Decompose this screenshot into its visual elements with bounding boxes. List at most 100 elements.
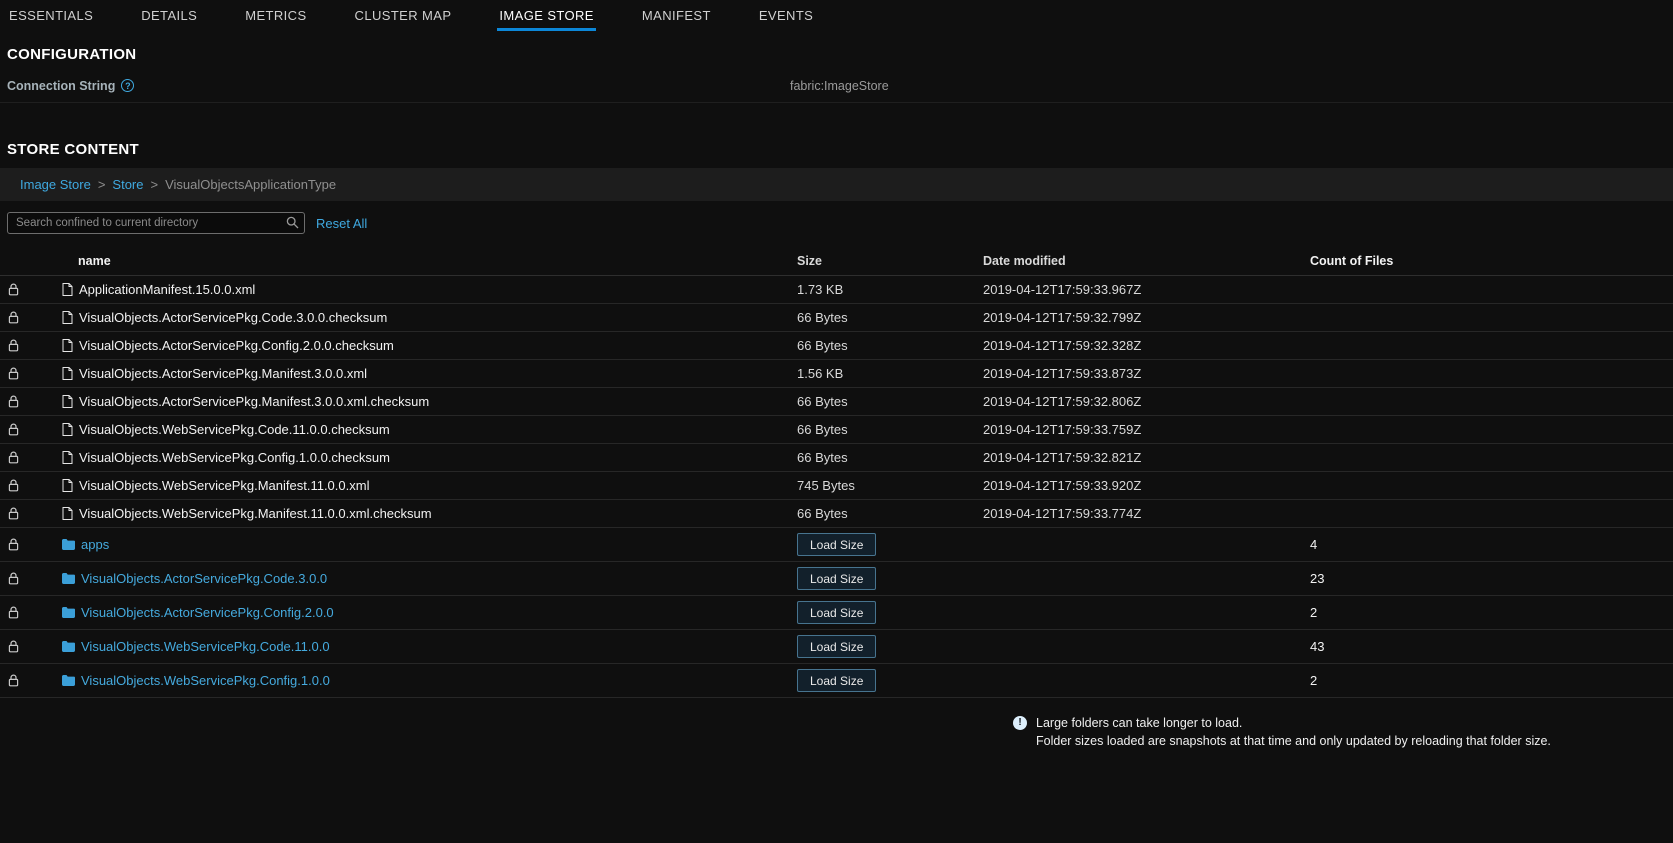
breadcrumb-separator: > [97, 177, 106, 192]
folder-row: apps Load Size 4 [0, 528, 1673, 562]
lock-icon [8, 674, 19, 690]
lock-icon [8, 640, 19, 656]
folder-link[interactable]: VisualObjects.ActorServicePkg.Code.3.0.0 [81, 571, 327, 586]
tab-details[interactable]: DETAILS [139, 0, 199, 31]
store-table: name Size Date modified Count of Files A… [0, 246, 1673, 698]
folder-file-count: 2 [1310, 673, 1318, 688]
file-date-modified: 2019-04-12T17:59:33.759Z [983, 422, 1142, 437]
folder-file-count: 4 [1310, 537, 1318, 552]
lock-icon [8, 572, 19, 588]
breadcrumb-link[interactable]: Store [112, 177, 143, 192]
store-content-section: STORE CONTENT Image Store > Store > VisualOb… [0, 141, 1673, 750]
file-size: 66 Bytes [797, 422, 848, 437]
file-size: 66 Bytes [797, 450, 848, 465]
file-icon [62, 395, 73, 408]
lock-icon [8, 606, 19, 622]
breadcrumb-link[interactable]: Image Store [20, 177, 91, 192]
folder-link[interactable]: apps [81, 537, 109, 552]
file-icon [62, 339, 73, 352]
table-header-row: name Size Date modified Count of Files [0, 246, 1673, 276]
load-size-button[interactable]: Load Size [797, 601, 877, 624]
store-content-title: STORE CONTENT [7, 141, 139, 158]
folder-link[interactable]: VisualObjects.WebServicePkg.Code.11.0.0 [81, 639, 330, 654]
file-date-modified: 2019-04-12T17:59:33.873Z [983, 366, 1142, 381]
breadcrumb-current: VisualObjectsApplicationType [165, 177, 337, 192]
file-date-modified: 2019-04-12T17:59:32.821Z [983, 450, 1142, 465]
file-row: VisualObjects.ActorServicePkg.Manifest.3… [0, 360, 1673, 388]
file-size: 1.73 KB [797, 282, 844, 297]
file-row: VisualObjects.WebServicePkg.Code.11.0.0.… [0, 416, 1673, 444]
folder-row: VisualObjects.ActorServicePkg.Config.2.0… [0, 596, 1673, 630]
load-size-button[interactable]: Load Size [797, 533, 877, 556]
file-name: VisualObjects.WebServicePkg.Config.1.0.0… [79, 450, 390, 465]
breadcrumb: Image Store > Store > VisualObjectsApplicati… [0, 168, 1673, 201]
folder-file-count: 2 [1310, 605, 1318, 620]
folder-icon [62, 641, 75, 652]
file-name: VisualObjects.WebServicePkg.Manifest.11.… [79, 506, 432, 521]
lock-icon [8, 423, 19, 439]
file-row: VisualObjects.ActorServicePkg.Config.2.0… [0, 332, 1673, 360]
store-toolbar: Reset All [0, 201, 1673, 240]
file-size: 745 Bytes [797, 478, 855, 493]
folder-icon [62, 539, 75, 550]
reset-all-link[interactable]: Reset All [316, 216, 367, 231]
file-row: VisualObjects.WebServicePkg.Config.1.0.0… [0, 444, 1673, 472]
file-size: 66 Bytes [797, 394, 848, 409]
file-name: VisualObjects.ActorServicePkg.Manifest.3… [79, 394, 430, 409]
tab-essentials[interactable]: ESSENTIALS [7, 0, 95, 31]
lock-icon [8, 507, 19, 523]
tab-manifest[interactable]: MANIFEST [640, 0, 713, 31]
file-size: 1.56 KB [797, 366, 844, 381]
info-icon: ! [1013, 716, 1027, 730]
file-icon [62, 283, 73, 296]
load-size-button[interactable]: Load Size [797, 567, 877, 590]
table-body: ApplicationManifest.15.0.0.xml 1.73 KB 201… [0, 276, 1673, 698]
file-name: ApplicationManifest.15.0.0.xml [79, 282, 256, 297]
file-name: VisualObjects.ActorServicePkg.Code.3.0.0… [79, 310, 388, 325]
lock-icon [8, 283, 19, 299]
tab-events[interactable]: EVENTS [757, 0, 815, 31]
folder-row: VisualObjects.ActorServicePkg.Code.3.0.0… [0, 562, 1673, 596]
column-header-name[interactable]: name [56, 254, 797, 268]
file-icon [62, 507, 73, 520]
load-size-button[interactable]: Load Size [797, 669, 877, 692]
folder-link[interactable]: VisualObjects.WebServicePkg.Config.1.0.0 [81, 673, 330, 688]
file-row: VisualObjects.WebServicePkg.Manifest.11.… [0, 500, 1673, 528]
lock-icon [8, 538, 19, 554]
tab-image-store[interactable]: IMAGE STORE [497, 0, 596, 31]
file-date-modified: 2019-04-12T17:59:33.774Z [983, 506, 1142, 521]
lock-icon [8, 311, 19, 327]
configuration-section: CONFIGURATION Connection String ? fabric… [0, 46, 1673, 103]
folder-file-count: 43 [1310, 639, 1325, 654]
search-icon [286, 216, 299, 229]
lock-icon [8, 451, 19, 467]
file-size: 66 Bytes [797, 338, 848, 353]
tab-cluster-map[interactable]: CLUSTER MAP [353, 0, 454, 31]
connection-string-label: Connection String [7, 78, 116, 93]
file-name: VisualObjects.ActorServicePkg.Config.2.0… [79, 338, 394, 353]
help-icon[interactable]: ? [121, 79, 135, 92]
tab-bar: ESSENTIALS DETAILS METRICS CLUSTER MAP IMAGE… [0, 0, 1673, 31]
file-date-modified: 2019-04-12T17:59:33.967Z [983, 282, 1142, 297]
search-input[interactable] [7, 212, 305, 234]
column-header-size[interactable]: Size [797, 254, 983, 268]
folder-row: VisualObjects.WebServicePkg.Code.11.0.0 L… [0, 630, 1673, 664]
load-size-button[interactable]: Load Size [797, 635, 877, 658]
column-header-count-of-files[interactable]: Count of Files [1310, 254, 1673, 268]
file-icon [62, 311, 73, 324]
configuration-title: CONFIGURATION [7, 46, 137, 63]
folder-icon [62, 675, 75, 686]
file-icon [62, 423, 73, 436]
folder-icon [62, 607, 75, 618]
file-name: VisualObjects.ActorServicePkg.Manifest.3… [79, 366, 368, 381]
folder-row: VisualObjects.WebServicePkg.Config.1.0.0… [0, 664, 1673, 698]
folder-link[interactable]: VisualObjects.ActorServicePkg.Config.2.0… [81, 605, 334, 620]
breadcrumb-separator: > [150, 177, 159, 192]
file-name: VisualObjects.WebServicePkg.Code.11.0.0.… [79, 422, 390, 437]
column-header-date-modified[interactable]: Date modified [983, 254, 1310, 268]
folder-icon [62, 573, 75, 584]
load-note-line1: Large folders can take longer to load. [1036, 716, 1243, 730]
tab-metrics[interactable]: METRICS [243, 0, 308, 31]
file-row: VisualObjects.ActorServicePkg.Manifest.3… [0, 388, 1673, 416]
lock-icon [8, 339, 19, 355]
